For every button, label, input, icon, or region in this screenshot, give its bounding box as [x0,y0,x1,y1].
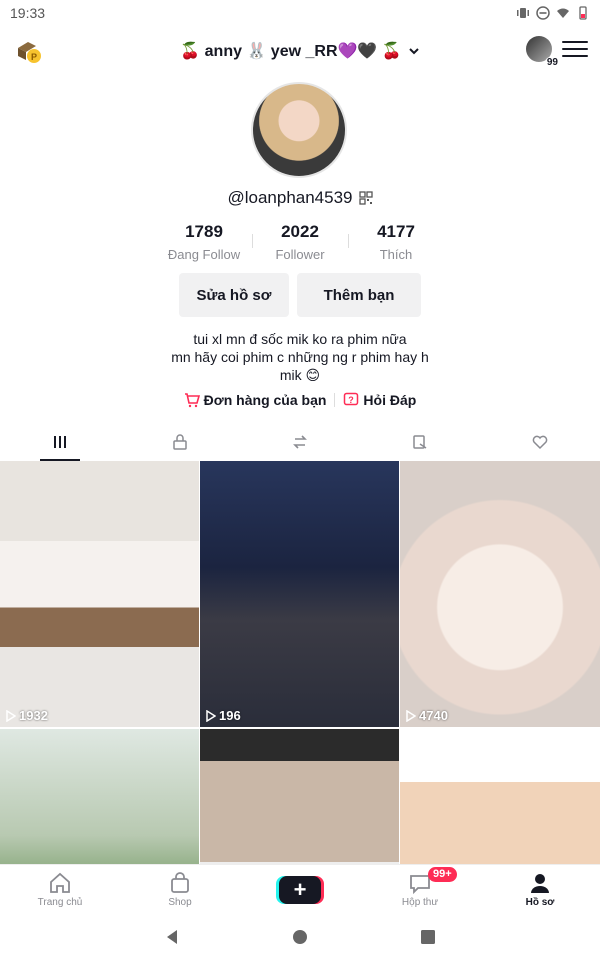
add-friend-button[interactable]: Thêm bạn [297,273,421,317]
profile-bio: tui xl mn đ sốc mik ko ra phim nữa mn hã… [150,330,450,384]
orders-link[interactable]: Đơn hàng của bạn [184,392,327,408]
bio-line: tui xl mn đ sốc mik ko ra phim nữa [193,331,407,347]
status-icons [516,6,590,20]
view-count-value: 4740 [419,708,448,723]
view-count: 1932 [6,708,48,723]
coin-icon[interactable]: P [14,36,44,66]
question-icon: ? [344,392,359,406]
profile-tabs [0,424,600,461]
qa-link[interactable]: ? Hỏi Đáp [343,392,416,408]
cart-icon [184,393,200,408]
video-thumbnail[interactable]: 1932 [0,461,199,727]
nav-home-label: Trang chủ [37,897,83,908]
nav-shop-label: Shop [168,897,192,908]
friends-count: 99 [544,57,560,68]
nav-create[interactable]: + [240,865,360,914]
edit-profile-button[interactable]: Sửa hồ sơ [179,273,289,317]
stat-following[interactable]: 1789 Đang Follow [156,222,252,262]
username-display: 🍒 anny 🐰 yew _RR💜🖤 🍒 [180,43,402,60]
recents-icon[interactable] [419,928,437,946]
grid-icon [54,436,66,448]
nav-profile[interactable]: Hồ sơ [480,865,600,914]
bottom-nav: Trang chủ Shop + 99+ Hộp thư Hồ sơ [0,864,600,914]
lock-icon [173,434,187,450]
stat-value: 4177 [377,222,415,241]
stat-likes[interactable]: 4177 Thích [348,222,444,262]
video-grid: 1932 196 4740 [0,461,600,864]
profile-links: Đơn hàng của bạn ? Hỏi Đáp [0,392,600,408]
shop-bag-icon [171,872,189,893]
system-nav-bar [0,914,600,960]
view-count-value: 196 [219,708,241,723]
stat-followers[interactable]: 2022 Follower [252,222,348,262]
video-thumbnail[interactable] [0,729,199,864]
link-divider [334,393,336,407]
stat-label: Follower [275,247,325,262]
profile-handle: @loanphan4539 [227,188,353,207]
handle-row: @loanphan4539 [0,188,600,208]
inbox-badge: 99+ [428,867,457,882]
wifi-icon [557,8,569,18]
stat-label: Thích [379,247,413,262]
nav-profile-label: Hồ sơ [525,897,555,908]
qa-link-label: Hỏi Đáp [363,392,417,408]
battery-icon [579,6,587,20]
play-icon [406,709,416,722]
profile-icon [531,874,549,893]
heart-icon [532,435,548,450]
vibrate-icon [517,8,529,18]
status-bar: 19:33 [0,0,600,26]
stat-value: 2022 [281,222,319,241]
tab-reposts[interactable] [240,424,360,460]
view-count-value: 1932 [19,708,48,723]
bio-line: mik 😊 [279,367,321,383]
qr-code-icon[interactable] [358,191,373,205]
play-icon [206,709,216,722]
profile-avatar[interactable] [251,82,347,178]
account-switcher[interactable]: 🍒 anny 🐰 yew _RR💜🖤 🍒 [180,41,419,61]
view-count: 196 [206,708,241,723]
video-thumbnail[interactable] [200,729,399,864]
home-circle-icon[interactable] [291,928,309,946]
view-count: 4740 [406,708,448,723]
play-icon [6,709,16,722]
tab-favorites[interactable] [360,424,480,460]
friends-avatar[interactable]: 99 [526,36,560,68]
profile-actions: Sửa hồ sơ Thêm bạn [0,273,600,317]
nav-inbox[interactable]: 99+ Hộp thư [360,865,480,914]
menu-icon[interactable] [562,36,588,62]
bio-line: mn hãy coi phim c những ng r phim hay h [171,349,429,365]
nav-inbox-label: Hộp thư [401,897,439,908]
back-icon[interactable] [163,928,181,946]
status-time: 19:33 [10,5,46,21]
profile-stats: 1789 Đang Follow 2022 Follower 4177 Thíc… [0,222,600,262]
video-thumbnail[interactable]: 196 [200,461,399,727]
video-thumbnail[interactable]: 4740 [400,461,600,727]
stat-value: 1789 [185,222,223,241]
svg-text:P: P [31,52,37,62]
tab-videos[interactable] [0,424,120,461]
tab-private[interactable] [120,424,240,460]
dnd-icon [536,6,550,20]
stat-label: Đang Follow [167,247,241,262]
home-icon [50,872,70,893]
bookmark-icon [413,435,427,449]
create-button: + [279,875,321,904]
tab-liked[interactable] [480,424,600,460]
nav-home[interactable]: Trang chủ [0,865,120,914]
svg-text:?: ? [349,395,355,405]
nav-shop[interactable]: Shop [120,865,240,914]
orders-link-label: Đơn hàng của bạn [203,392,327,408]
top-bar: P 🍒 anny 🐰 yew _RR💜🖤 🍒 99 [0,30,600,72]
video-thumbnail[interactable] [400,729,600,864]
repost-icon [293,435,307,449]
chevron-down-icon [409,48,419,55]
